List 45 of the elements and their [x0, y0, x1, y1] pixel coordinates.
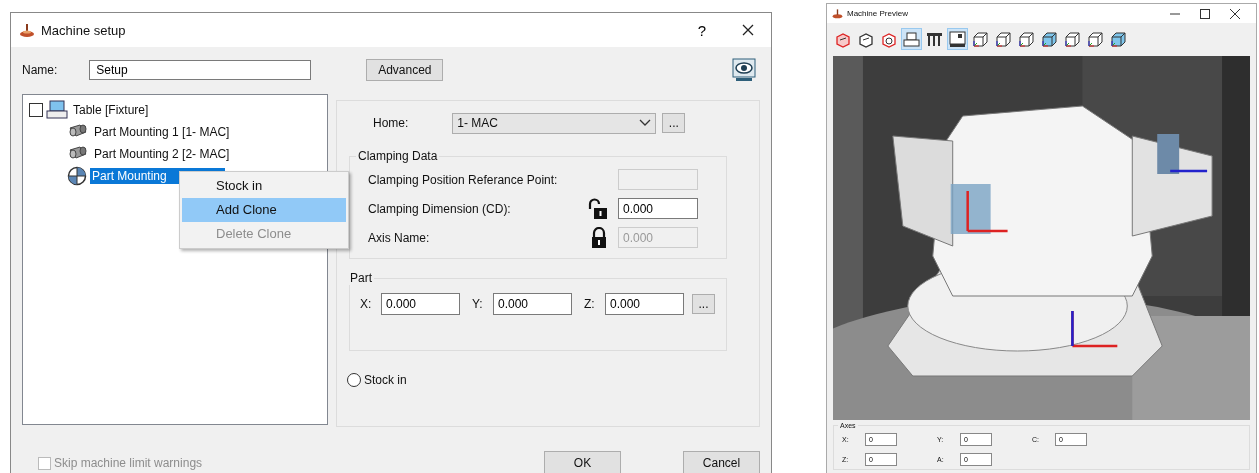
caret-icon	[639, 119, 652, 127]
tree-item[interactable]: Part Mounting 2 [2- MAC]	[92, 146, 232, 162]
radio-label: Stock in	[364, 373, 407, 387]
field-label: Clamping Dimension (CD):	[368, 201, 512, 216]
tree-item[interactable]: Part Mounting 1 [1- MAC]	[92, 124, 232, 140]
browse-button[interactable]: ...	[662, 113, 686, 133]
group-title: Part	[349, 271, 373, 285]
window-title: Machine Preview	[847, 9, 908, 18]
app-icon	[832, 8, 843, 19]
unlocked-icon[interactable]	[588, 197, 608, 220]
app-icon	[19, 22, 35, 38]
tree-item[interactable]: Table [Fixture]	[71, 102, 151, 118]
radio-button[interactable]	[347, 373, 361, 387]
table-icon	[46, 100, 68, 120]
close-icon[interactable]	[1230, 8, 1240, 19]
field-label: Clamping Position Referance Point:	[368, 172, 559, 187]
field-label: Y:	[472, 297, 484, 311]
view-button[interactable]	[947, 28, 968, 50]
field-label: Axis Name:	[368, 230, 431, 245]
close-icon	[742, 24, 754, 36]
checkbox[interactable]	[29, 103, 43, 117]
checkbox-label: Skip machine limit warnings	[54, 456, 203, 470]
dialog-button[interactable]: Cancel	[683, 451, 760, 473]
maximize-icon[interactable]	[1200, 8, 1210, 19]
group-title: Clamping Data	[357, 149, 439, 163]
coordinate-field[interactable]: 0.000	[381, 293, 460, 315]
coordinate-field[interactable]: 0.000	[605, 293, 684, 315]
browse-button[interactable]: ...	[692, 294, 715, 314]
text-field[interactable]: 0.000	[618, 198, 698, 219]
help-button[interactable]: ?	[679, 13, 725, 47]
menu-item[interactable]: Add Clone	[182, 198, 346, 222]
home-label: Home:	[373, 116, 409, 130]
dialog-button[interactable]: OK	[544, 451, 621, 473]
target-icon	[67, 166, 87, 186]
name-field[interactable]: Setup	[89, 60, 312, 80]
advanced-button[interactable]: Advanced	[366, 59, 444, 81]
coordinate-field[interactable]: 0.000	[493, 293, 572, 315]
field-label: Z:	[584, 297, 596, 311]
home-dropdown[interactable]: 1- MAC	[452, 112, 657, 134]
preview-icon[interactable]	[732, 58, 756, 82]
lock-icon[interactable]	[590, 226, 608, 249]
view-button[interactable]	[901, 28, 922, 50]
name-label: Name:	[22, 63, 58, 77]
field-label: X:	[360, 297, 373, 311]
window-title: Machine setup	[41, 22, 127, 38]
